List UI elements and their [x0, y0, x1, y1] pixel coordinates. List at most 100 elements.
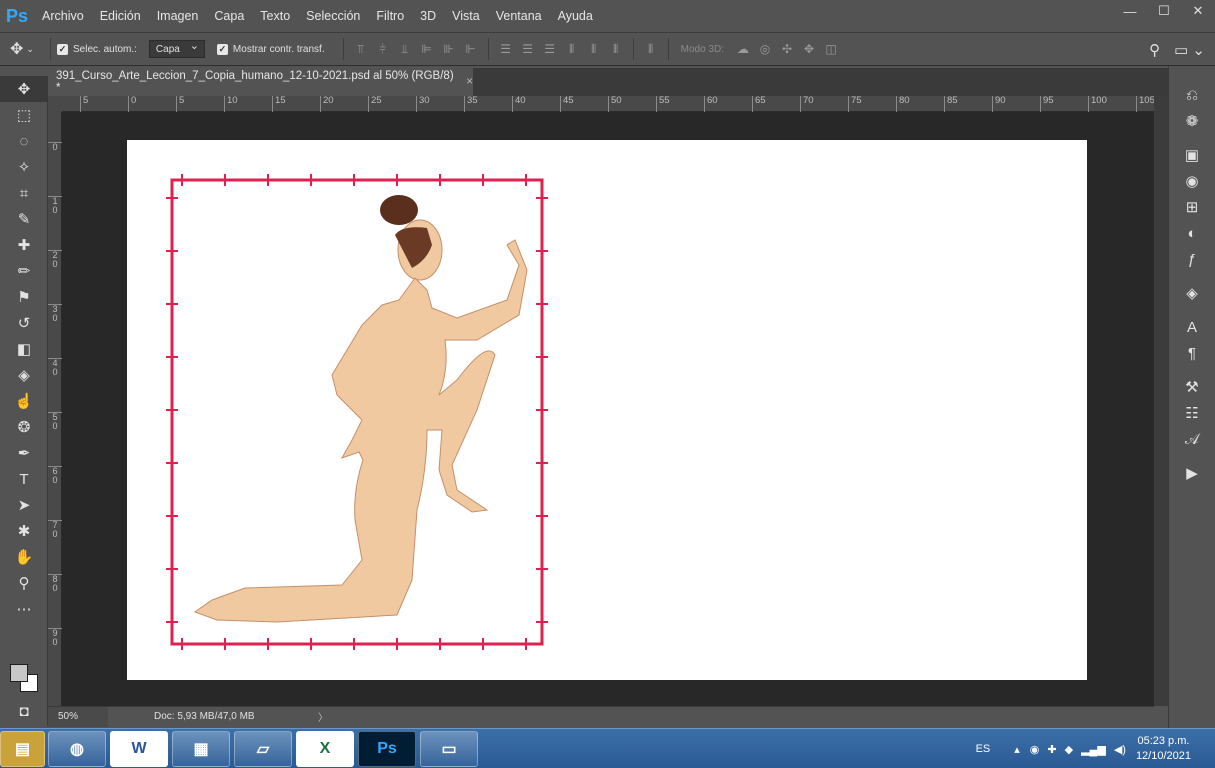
quick-mask-icon[interactable]: ◘	[0, 698, 48, 724]
zoom-level[interactable]: 50%	[48, 706, 108, 727]
word-app-icon[interactable]: W	[110, 731, 168, 767]
shape-tool-icon[interactable]: ✱	[0, 518, 48, 544]
notes-app-icon[interactable]: ▱	[234, 731, 292, 767]
status-menu-chevron-icon[interactable]: 〉	[318, 709, 328, 724]
auto-align-icon[interactable]: ⫴	[640, 38, 662, 60]
distribute-bottom-icon[interactable]: ☰	[539, 38, 561, 60]
document-canvas[interactable]	[127, 140, 1087, 680]
close-tab-icon[interactable]: ×	[466, 76, 473, 88]
align-right-icon[interactable]: ⊩	[460, 38, 482, 60]
clock[interactable]: 05:23 p.m. 12/10/2021	[1136, 734, 1191, 764]
character-panel-icon[interactable]: A	[1169, 314, 1215, 340]
styles-panel-icon[interactable]: ƒ	[1169, 246, 1215, 272]
menu-archivo[interactable]: Archivo	[34, 0, 92, 32]
vertical-scrollbar[interactable]	[1154, 96, 1168, 706]
antivirus-tray-icon[interactable]: ◉	[1030, 743, 1040, 756]
chrome-app-icon[interactable]: ◍	[48, 731, 106, 767]
menu-texto[interactable]: Texto	[252, 0, 298, 32]
auto-select-checkbox[interactable]: ✓ Selec. autom.:	[57, 43, 137, 55]
lasso-tool-icon[interactable]: ◌	[0, 128, 48, 154]
volume-icon[interactable]: ◀)	[1114, 743, 1126, 756]
photoshop-app-icon[interactable]: Ps	[358, 731, 416, 767]
actions-panel-icon[interactable]: ▶	[1169, 460, 1215, 486]
menu-ventana[interactable]: Ventana	[488, 0, 550, 32]
libraries-panel-icon[interactable]: ▣	[1169, 142, 1215, 168]
orbit-3d-icon[interactable]: ☁	[732, 38, 754, 60]
menu-filtro[interactable]: Filtro	[368, 0, 412, 32]
excel-app-icon[interactable]: X	[296, 731, 354, 767]
distribute-hcenter-icon[interactable]: ⦀	[583, 38, 605, 60]
magic-wand-tool-icon[interactable]: ✧	[0, 154, 48, 180]
folder-app-icon[interactable]: ▤	[0, 731, 45, 767]
drag-3d-icon[interactable]: ✣	[776, 38, 798, 60]
workspace-icon[interactable]: ▭ ⌄	[1174, 41, 1205, 59]
history-panel-icon[interactable]: ⎌	[1169, 82, 1215, 108]
hand-tool-icon[interactable]: ✋	[0, 544, 48, 570]
menu-imagen[interactable]: Imagen	[149, 0, 207, 32]
align-left-icon[interactable]: ⊫	[416, 38, 438, 60]
language-indicator[interactable]: ES	[976, 743, 991, 755]
calculator-app-icon[interactable]: ▦	[172, 731, 230, 767]
grid-panel-icon[interactable]: ⊞	[1169, 194, 1215, 220]
menu-seleccion[interactable]: Selección	[298, 0, 368, 32]
vertical-ruler[interactable]: 0 1 0 2 0 3 0 4 0 5 0 6 0 7 0 8 0 9 0	[48, 112, 62, 706]
brush-tool-icon[interactable]: ✏	[0, 258, 48, 284]
align-top-icon[interactable]: ⫪	[350, 38, 372, 60]
search-icon[interactable]: ⚲	[1149, 41, 1160, 59]
clone-stamp-tool-icon[interactable]: ⚑	[0, 284, 48, 310]
auto-select-dropdown[interactable]: Capa	[148, 39, 205, 58]
menu-vista[interactable]: Vista	[444, 0, 488, 32]
type-tool-icon[interactable]: T	[0, 466, 48, 492]
healing-brush-tool-icon[interactable]: ✚	[0, 232, 48, 258]
smudge-tool-icon[interactable]: ☝	[0, 388, 48, 414]
security-tray-icon[interactable]: ◆	[1065, 743, 1073, 756]
color-swatches[interactable]	[8, 662, 42, 696]
distribute-vcenter-icon[interactable]: ☰	[517, 38, 539, 60]
distribute-right-icon[interactable]: ⦀	[605, 38, 627, 60]
roll-3d-icon[interactable]: ◎	[754, 38, 776, 60]
eyedropper-tool-icon[interactable]: ✎	[0, 206, 48, 232]
slide-3d-icon[interactable]: ✥	[798, 38, 820, 60]
glyphs-panel-icon[interactable]: 𝒜	[1169, 426, 1215, 452]
properties-panel-icon[interactable]: ☷	[1169, 400, 1215, 426]
more-tools-icon[interactable]: ⋯	[0, 596, 48, 622]
layers-panel-icon[interactable]: ◈	[1169, 280, 1215, 306]
sponge-tool-icon[interactable]: ❂	[0, 414, 48, 440]
foreground-color[interactable]	[10, 664, 28, 682]
zoom-tool-icon[interactable]: ⚲	[0, 570, 48, 596]
canvas-workspace[interactable]	[62, 112, 1154, 706]
document-tab[interactable]: 391_Curso_Arte_Leccion_7_Copia_humano_12…	[48, 68, 473, 96]
distribute-left-icon[interactable]: ⦀	[561, 38, 583, 60]
image-viewer-app-icon[interactable]: ▭	[420, 731, 478, 767]
paragraph-panel-icon[interactable]: ¶	[1169, 340, 1215, 366]
swatches-panel-icon[interactable]: ◉	[1169, 168, 1215, 194]
camera-3d-icon[interactable]: ◫	[820, 38, 842, 60]
close-button[interactable]: ✕	[1181, 0, 1215, 22]
update-tray-icon[interactable]: ✚	[1047, 743, 1056, 756]
history-brush-tool-icon[interactable]: ↺	[0, 310, 48, 336]
path-selection-tool-icon[interactable]: ➤	[0, 492, 48, 518]
pen-tool-icon[interactable]: ✒	[0, 440, 48, 466]
eraser-tool-icon[interactable]: ◧	[0, 336, 48, 362]
show-transform-checkbox[interactable]: ✓ Mostrar contr. transf.	[216, 43, 325, 55]
menu-ayuda[interactable]: Ayuda	[550, 0, 601, 32]
horizontal-ruler[interactable]: 5 0 5 10 15 20 25 30 35 40 45 50 55 60 65 70 75 80 85 90 95 1…	[62, 96, 1155, 112]
align-hcenter-icon[interactable]: ⊪	[438, 38, 460, 60]
move-tool-preset-icon[interactable]: ✥ ⌄	[0, 39, 44, 59]
paint-bucket-tool-icon[interactable]: ◈	[0, 362, 48, 388]
ruler-origin[interactable]	[48, 96, 62, 112]
show-hidden-icons-icon[interactable]: ▴	[1014, 743, 1020, 756]
align-bottom-icon[interactable]: ⫫	[394, 38, 416, 60]
minimize-button[interactable]: —	[1113, 0, 1147, 22]
network-icon[interactable]: ▂▄▆	[1081, 743, 1106, 756]
menu-edicion[interactable]: Edición	[92, 0, 149, 32]
move-tool-icon[interactable]: ✥	[0, 76, 48, 102]
tool-presets-panel-icon[interactable]: ⚒	[1169, 374, 1215, 400]
menu-3d[interactable]: 3D	[412, 0, 444, 32]
maximize-button[interactable]: ☐	[1147, 0, 1181, 22]
color-panel-icon[interactable]: ◐	[1169, 220, 1215, 246]
marquee-tool-icon[interactable]: ⬚	[0, 102, 48, 128]
distribute-top-icon[interactable]: ☰	[495, 38, 517, 60]
adjustments-panel-icon[interactable]: ❁	[1169, 108, 1215, 134]
align-vcenter-icon[interactable]: ⫩	[372, 38, 394, 60]
